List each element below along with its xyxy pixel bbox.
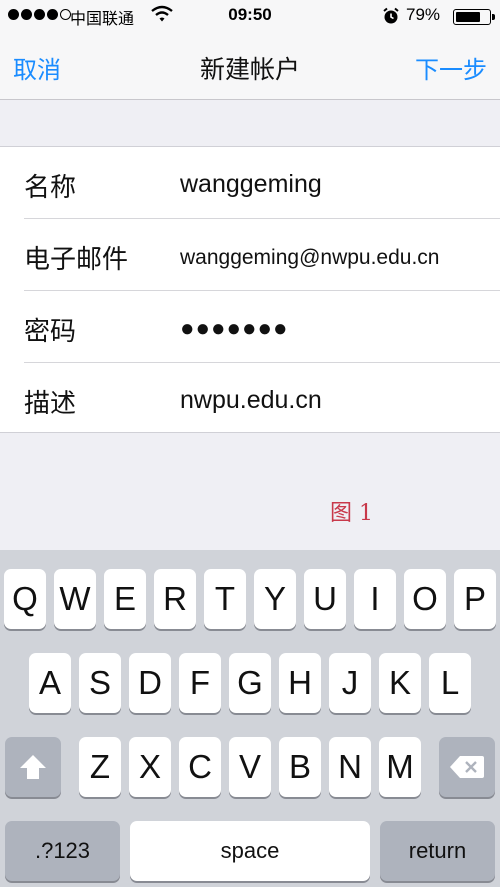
key-d[interactable]: D bbox=[129, 653, 171, 713]
name-label: 名称 bbox=[24, 173, 77, 203]
delete-key[interactable] bbox=[439, 737, 495, 797]
name-row[interactable]: 名称 wanggeming bbox=[0, 147, 500, 219]
key-w[interactable]: W bbox=[54, 569, 96, 629]
email-field[interactable]: wanggeming@nwpu.edu.cn bbox=[180, 246, 440, 270]
name-field[interactable]: wanggeming bbox=[180, 170, 322, 199]
key-l[interactable]: L bbox=[429, 653, 471, 713]
key-r[interactable]: R bbox=[154, 569, 196, 629]
return-key[interactable]: return bbox=[380, 821, 495, 881]
space-key[interactable]: space bbox=[130, 821, 370, 881]
email-row[interactable]: 电子邮件 wanggeming@nwpu.edu.cn bbox=[0, 219, 500, 291]
battery-percent: 79% bbox=[406, 5, 441, 24]
key-o[interactable]: O bbox=[404, 569, 446, 629]
password-field[interactable]: ●●●●●●● bbox=[180, 315, 288, 343]
key-m[interactable]: M bbox=[379, 737, 421, 797]
key-s[interactable]: S bbox=[79, 653, 121, 713]
numbers-key[interactable]: .?123 bbox=[5, 821, 120, 881]
key-k[interactable]: K bbox=[379, 653, 421, 713]
key-f[interactable]: F bbox=[179, 653, 221, 713]
key-b[interactable]: B bbox=[279, 737, 321, 797]
battery-icon bbox=[453, 9, 495, 25]
key-t[interactable]: T bbox=[204, 569, 246, 629]
key-p[interactable]: P bbox=[454, 569, 496, 629]
description-field[interactable]: nwpu.edu.cn bbox=[180, 386, 322, 415]
key-z[interactable]: Z bbox=[79, 737, 121, 797]
description-row[interactable]: 描述 nwpu.edu.cn bbox=[0, 363, 500, 435]
nav-bar: 取消 新建帐户 下一步 bbox=[0, 32, 500, 100]
key-y[interactable]: Y bbox=[254, 569, 296, 629]
key-v[interactable]: V bbox=[229, 737, 271, 797]
figure-caption: 图 1 bbox=[330, 501, 373, 526]
key-j[interactable]: J bbox=[329, 653, 371, 713]
key-h[interactable]: H bbox=[279, 653, 321, 713]
status-bar: 中国联通 09:50 79% bbox=[0, 0, 500, 32]
backspace-icon bbox=[450, 756, 484, 778]
email-label: 电子邮件 bbox=[24, 245, 129, 275]
key-i[interactable]: I bbox=[354, 569, 396, 629]
next-button[interactable]: 下一步 bbox=[415, 50, 487, 85]
key-u[interactable]: U bbox=[304, 569, 346, 629]
password-label: 密码 bbox=[24, 317, 77, 347]
key-e[interactable]: E bbox=[104, 569, 146, 629]
key-n[interactable]: N bbox=[329, 737, 371, 797]
key-g[interactable]: G bbox=[229, 653, 271, 713]
key-x[interactable]: X bbox=[129, 737, 171, 797]
key-c[interactable]: C bbox=[179, 737, 221, 797]
key-q[interactable]: Q bbox=[4, 569, 46, 629]
description-label: 描述 bbox=[24, 389, 77, 419]
shift-icon bbox=[20, 755, 46, 779]
shift-key[interactable] bbox=[5, 737, 61, 797]
key-a[interactable]: A bbox=[29, 653, 71, 713]
keyboard: Q W E R T Y U I O P A S D F G H J K L Z … bbox=[0, 550, 500, 887]
alarm-icon bbox=[382, 7, 400, 30]
account-form: 名称 wanggeming 电子邮件 wanggeming@nwpu.edu.c… bbox=[0, 146, 500, 433]
password-row[interactable]: 密码 ●●●●●●● bbox=[0, 291, 500, 363]
